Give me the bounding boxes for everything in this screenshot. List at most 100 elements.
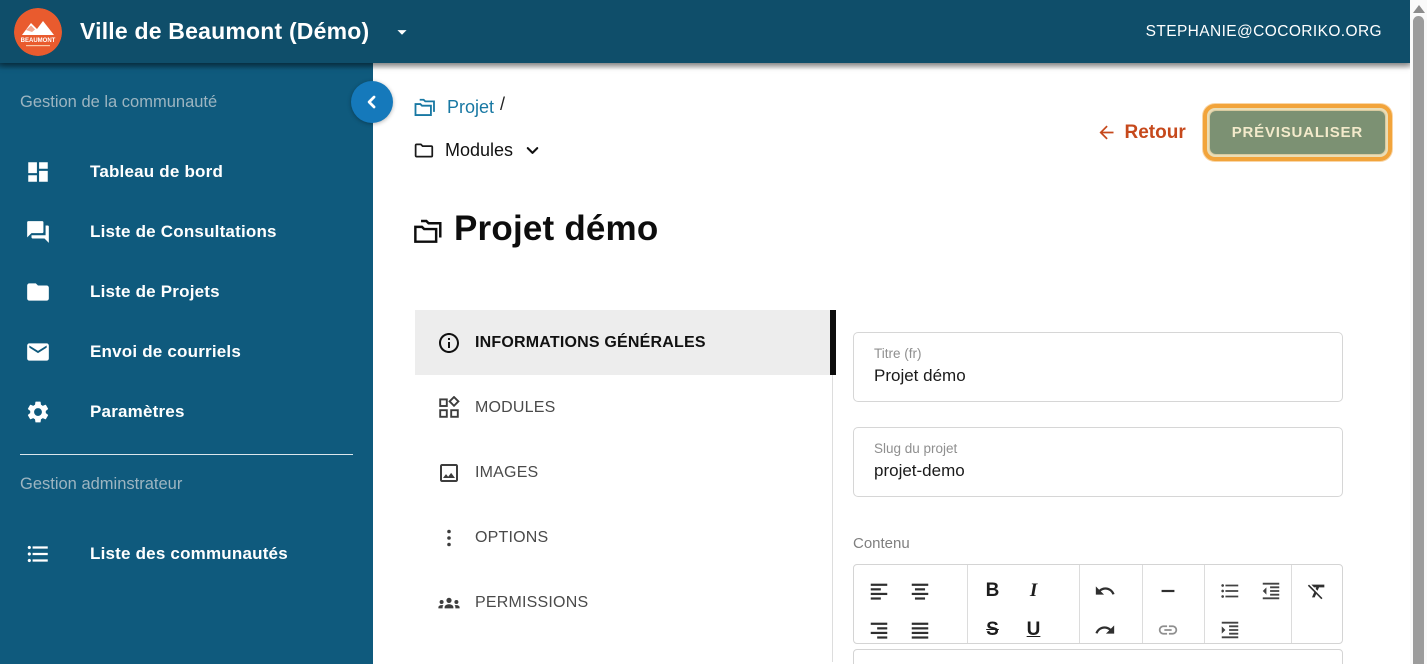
indent-button[interactable] bbox=[1217, 617, 1243, 643]
tab-label: PERMISSIONS bbox=[475, 593, 589, 611]
breadcrumb: Projet / Modules bbox=[413, 93, 542, 164]
groups-icon bbox=[437, 591, 461, 615]
folder-copy-icon bbox=[413, 96, 436, 119]
toolbar-group-history bbox=[1080, 565, 1143, 643]
main-content: Projet / Modules Retour PRÉVISUALISER Pr… bbox=[373, 63, 1410, 664]
info-icon bbox=[437, 331, 461, 355]
community-caret-down-icon[interactable] bbox=[391, 21, 413, 43]
image-icon bbox=[437, 461, 461, 485]
chevron-down-icon[interactable] bbox=[523, 141, 542, 160]
content-editor-area[interactable] bbox=[853, 649, 1343, 664]
app-window: BEAUMONT Ville de Beaumont (Démo) STEPHA… bbox=[0, 0, 1427, 664]
sidebar-section-admin: Gestion adminstrateur bbox=[20, 475, 183, 493]
tab-label: OPTIONS bbox=[475, 528, 549, 546]
preview-button[interactable]: PRÉVISUALISER bbox=[1208, 110, 1386, 155]
svg-text:BEAUMONT: BEAUMONT bbox=[21, 38, 56, 44]
redo-button[interactable] bbox=[1092, 617, 1118, 643]
sidebar-collapse-button[interactable] bbox=[351, 81, 393, 123]
sidebar-list-community: Tableau de bord Liste de Consultations L… bbox=[0, 142, 373, 442]
slug-input-label: Slug du projet bbox=[874, 441, 958, 456]
tab-images[interactable]: IMAGES bbox=[415, 440, 833, 505]
tab-informations-generales[interactable]: INFORMATIONS GÉNÉRALES bbox=[415, 310, 836, 375]
community-title[interactable]: Ville de Beaumont (Démo) bbox=[80, 18, 369, 45]
strikethrough-button[interactable]: S bbox=[980, 617, 1006, 643]
slug-input-value: projet-demo bbox=[874, 461, 965, 480]
tab-options[interactable]: OPTIONS bbox=[415, 505, 833, 570]
toolbar-group-lists bbox=[1205, 565, 1293, 643]
toolbar-group-clear bbox=[1292, 565, 1342, 643]
underline-button[interactable]: U bbox=[1021, 617, 1047, 643]
page-actions: Retour PRÉVISUALISER bbox=[1096, 104, 1392, 161]
top-header: BEAUMONT Ville de Beaumont (Démo) STEPHA… bbox=[0, 0, 1410, 63]
community-logo[interactable]: BEAUMONT bbox=[14, 7, 62, 56]
slug-input[interactable]: Slug du projet projet-demo bbox=[853, 427, 1343, 497]
breadcrumb-projet-link[interactable]: Projet bbox=[447, 97, 494, 118]
folder-copy-icon bbox=[412, 216, 443, 247]
breadcrumb-modules-dropdown[interactable]: Modules bbox=[445, 140, 513, 161]
widgets-icon bbox=[437, 396, 461, 420]
sidebar-item-liste-de-consultations[interactable]: Liste de Consultations bbox=[0, 202, 373, 262]
bullet-list-button[interactable] bbox=[1217, 578, 1243, 604]
sidebar-item-parametres[interactable]: Paramètres bbox=[0, 382, 373, 442]
sidebar-nav: Gestion de la communauté Tableau de bord… bbox=[0, 63, 373, 664]
sidebar-item-label: Paramètres bbox=[90, 402, 185, 421]
user-email[interactable]: STEPHANIE@COCORIKO.ORG bbox=[1146, 23, 1382, 41]
bold-button[interactable]: B bbox=[980, 578, 1006, 604]
sidebar-item-label: Tableau de bord bbox=[90, 162, 224, 181]
sidebar-item-label: Liste des communautés bbox=[90, 544, 288, 563]
dashboard-icon bbox=[25, 159, 51, 185]
horizontal-rule-button[interactable] bbox=[1155, 578, 1181, 604]
sidebar-list-admin: Liste des communautés bbox=[0, 524, 373, 584]
back-link-label: Retour bbox=[1124, 121, 1186, 143]
content-label: Contenu bbox=[853, 535, 910, 552]
scrollbar[interactable] bbox=[1410, 0, 1427, 664]
project-tabs: INFORMATIONS GÉNÉRALES MODULES IMAGES OP… bbox=[415, 310, 836, 662]
tab-permissions[interactable]: PERMISSIONS bbox=[415, 570, 833, 635]
list-icon bbox=[25, 541, 51, 567]
folder-icon bbox=[25, 279, 51, 305]
chevron-left-icon bbox=[362, 92, 382, 112]
toolbar-group-insert bbox=[1143, 565, 1205, 643]
sidebar-item-liste-des-communautes[interactable]: Liste des communautés bbox=[0, 524, 373, 584]
tab-modules[interactable]: MODULES bbox=[415, 375, 833, 440]
page-title: Projet démo bbox=[454, 209, 659, 248]
toolbar-group-format: B I S U bbox=[968, 565, 1081, 643]
undo-button[interactable] bbox=[1092, 578, 1118, 604]
scroll-up-arrow-icon[interactable] bbox=[1413, 5, 1425, 13]
toolbar-group-alignment bbox=[854, 565, 968, 643]
tab-label: INFORMATIONS GÉNÉRALES bbox=[475, 333, 706, 351]
scrollbar-thumb[interactable] bbox=[1413, 16, 1424, 664]
title-input-value: Projet démo bbox=[874, 366, 966, 385]
folder-outline-icon bbox=[413, 140, 434, 161]
page-title-row: Projet démo bbox=[412, 209, 658, 249]
title-input-label: Titre (fr) bbox=[874, 346, 922, 361]
tab-label: MODULES bbox=[475, 398, 556, 416]
italic-button[interactable]: I bbox=[1021, 578, 1047, 604]
sidebar-item-label: Liste de Consultations bbox=[90, 222, 277, 241]
gear-icon bbox=[25, 399, 51, 425]
more-vert-icon bbox=[437, 526, 461, 550]
back-link[interactable]: Retour bbox=[1096, 122, 1186, 144]
editor-toolbar: B I S U bbox=[853, 564, 1343, 644]
align-left-button[interactable] bbox=[866, 578, 892, 604]
align-center-button[interactable] bbox=[907, 578, 933, 604]
breadcrumb-separator: / bbox=[500, 93, 506, 114]
general-info-form: Titre (fr) Projet démo Slug du projet pr… bbox=[853, 332, 1343, 664]
consultations-icon bbox=[25, 219, 51, 245]
align-right-button[interactable] bbox=[866, 617, 892, 643]
sidebar-section-community: Gestion de la communauté bbox=[20, 93, 218, 111]
clear-formatting-button[interactable] bbox=[1304, 578, 1330, 604]
sidebar-item-envoi-de-courriels[interactable]: Envoi de courriels bbox=[0, 322, 373, 382]
sidebar-item-liste-de-projets[interactable]: Liste de Projets bbox=[0, 262, 373, 322]
sidebar-item-tableau-de-bord[interactable]: Tableau de bord bbox=[0, 142, 373, 202]
sidebar-item-label: Liste de Projets bbox=[90, 282, 220, 301]
preview-highlight-ring: PRÉVISUALISER bbox=[1202, 104, 1392, 161]
title-input[interactable]: Titre (fr) Projet démo bbox=[853, 332, 1343, 402]
outdent-button[interactable] bbox=[1258, 578, 1284, 604]
mail-icon bbox=[25, 339, 51, 365]
align-justify-button[interactable] bbox=[907, 617, 933, 643]
tab-label: IMAGES bbox=[475, 463, 539, 481]
link-button[interactable] bbox=[1155, 617, 1181, 643]
arrow-left-icon bbox=[1096, 122, 1117, 143]
sidebar-item-label: Envoi de courriels bbox=[90, 342, 241, 361]
